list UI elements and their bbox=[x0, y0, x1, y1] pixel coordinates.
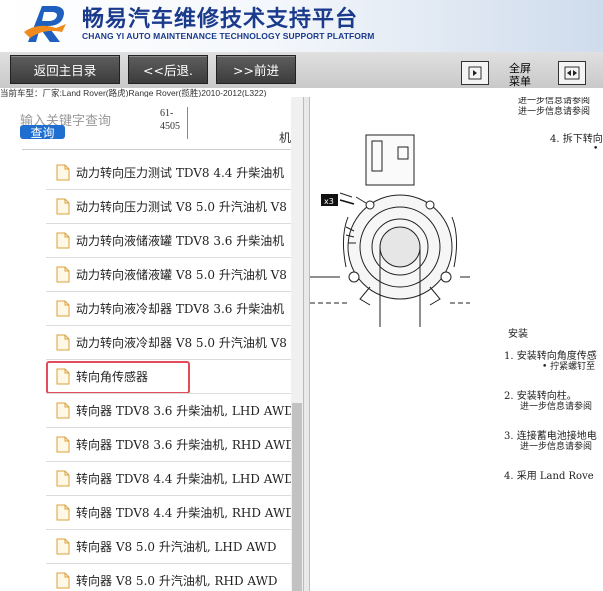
list-item[interactable]: 转向器 V8 5.0 升汽油机, RHD AWD bbox=[46, 564, 291, 591]
query-button[interactable]: 查询 bbox=[20, 125, 65, 140]
document-icon bbox=[56, 436, 70, 453]
selection-highlight bbox=[46, 361, 190, 393]
list-item[interactable]: 转向器 TDV8 4.4 升柴油机, RHD AWD bbox=[46, 496, 291, 530]
install-heading: 安装 bbox=[508, 329, 528, 340]
list-item-label: 动力转向液冷却器 V8 5.0 升汽油机 V8 bbox=[76, 336, 287, 350]
document-icon bbox=[56, 266, 70, 283]
back-button[interactable]: <<后退. bbox=[128, 55, 208, 84]
document-icon bbox=[56, 164, 70, 181]
content-panel: 进一步信息请参阅 进一步信息请参阅 4. 拆下转向 • x3 安装 1. 安装转… bbox=[310, 97, 603, 591]
truncated-char: 机 bbox=[279, 131, 292, 145]
document-icon bbox=[56, 334, 70, 351]
nav-bar: 返回主目录 <<后退. >>前进 全屏 菜单 bbox=[0, 52, 603, 88]
list-item-selected[interactable]: 转向角传感器 bbox=[46, 360, 291, 394]
collapse-panel-button[interactable] bbox=[461, 61, 489, 85]
part-code: 61- 4505 bbox=[160, 107, 180, 133]
list-item-label: 转向器 TDV8 4.4 升柴油机, RHD AWD bbox=[76, 506, 291, 520]
step-4-bullet: • bbox=[593, 144, 599, 154]
diagram-callout: x3 bbox=[324, 197, 334, 206]
expand-icon bbox=[564, 66, 580, 80]
forward-button[interactable]: >>前进 bbox=[216, 55, 296, 84]
list-item-label: 转向器 TDV8 3.6 升柴油机, LHD AWD bbox=[76, 404, 291, 418]
fullscreen-label-line2: 菜单 bbox=[509, 75, 531, 88]
list-item[interactable]: 转向器 TDV8 4.4 升柴油机, LHD AWD bbox=[46, 462, 291, 496]
install-step-4: 4. 采用 Land Rove bbox=[504, 471, 594, 482]
list-item-label: 动力转向压力测试 V8 5.0 升汽油机 V8 bbox=[76, 200, 287, 214]
left-scrollbar[interactable] bbox=[291, 97, 303, 591]
part-code-line2: 4505 bbox=[160, 121, 180, 132]
step-4-text: 4. 拆下转向 bbox=[550, 134, 603, 145]
document-icon bbox=[56, 300, 70, 317]
panel-splitter[interactable] bbox=[303, 97, 310, 591]
fullscreen-menu-label[interactable]: 全屏 菜单 bbox=[506, 62, 534, 88]
document-icon bbox=[56, 470, 70, 487]
list-item-label: 转向器 TDV8 4.4 升柴油机, LHD AWD bbox=[76, 472, 291, 486]
list-item-label: 动力转向液储液罐 V8 5.0 升汽油机 V8 bbox=[76, 268, 287, 282]
list-item[interactable]: 动力转向液储液罐 V8 5.0 升汽油机 V8 bbox=[46, 258, 291, 292]
list-item[interactable]: 动力转向液储液罐 TDV8 3.6 升柴油机 bbox=[46, 224, 291, 258]
column-divider bbox=[187, 107, 188, 139]
app-root: 畅易汽车维修技术支持平台 CHANG YI AUTO MAINTENANCE T… bbox=[0, 0, 603, 591]
install-step-3-sub: 进一步信息请参阅 bbox=[520, 442, 593, 452]
content-line-top2: 进一步信息请参阅 bbox=[518, 107, 591, 117]
steering-sensor-diagram: x3 bbox=[310, 134, 470, 327]
home-button[interactable]: 返回主目录 bbox=[10, 55, 120, 84]
document-icon bbox=[56, 572, 70, 589]
list-item-label: 动力转向液储液罐 TDV8 3.6 升柴油机 bbox=[76, 234, 285, 248]
list-item[interactable]: 转向器 TDV8 3.6 升柴油机, LHD AWD bbox=[46, 394, 291, 428]
document-icon bbox=[56, 198, 70, 215]
topic-list: 动力转向压力测试 TDV8 4.4 升柴油机 动力转向压力测试 V8 5.0 升汽… bbox=[46, 156, 291, 591]
scroll-thumb[interactable] bbox=[292, 403, 302, 591]
list-item-label: 转向器 V8 5.0 升汽油机, RHD AWD bbox=[76, 574, 278, 588]
brand-logo bbox=[24, 6, 66, 42]
list-divider bbox=[22, 149, 292, 150]
panel-left-icon bbox=[468, 66, 482, 80]
list-item[interactable]: 转向器 V8 5.0 升汽油机, LHD AWD bbox=[46, 530, 291, 564]
brand-title-cn: 畅易汽车维修技术支持平台 bbox=[82, 7, 359, 32]
left-panel: 输入关键字查询 查询 61- 4505 机 动力转向压力测试 TDV8 4.4 … bbox=[0, 97, 303, 591]
list-item-label: 转向器 TDV8 3.6 升柴油机, RHD AWD bbox=[76, 438, 291, 452]
list-item-label: 动力转向压力测试 TDV8 4.4 升柴油机 bbox=[76, 166, 285, 180]
list-item-label: 转向器 V8 5.0 升汽油机, LHD AWD bbox=[76, 540, 277, 554]
part-code-line1: 61- bbox=[160, 108, 174, 119]
brand-title-en: CHANG YI AUTO MAINTENANCE TECHNOLOGY SUP… bbox=[82, 31, 375, 41]
fullscreen-label-line1: 全屏 bbox=[509, 62, 531, 75]
list-item[interactable]: 动力转向压力测试 TDV8 4.4 升柴油机 bbox=[46, 156, 291, 190]
install-step-1-sub: • 拧紧螺钉至 bbox=[542, 362, 596, 372]
header-banner: 畅易汽车维修技术支持平台 CHANG YI AUTO MAINTENANCE T… bbox=[0, 0, 603, 52]
document-icon bbox=[56, 232, 70, 249]
document-icon bbox=[56, 504, 70, 521]
list-item[interactable]: 动力转向压力测试 V8 5.0 升汽油机 V8 bbox=[46, 190, 291, 224]
fullscreen-button[interactable] bbox=[558, 61, 586, 85]
list-item-label: 动力转向液冷却器 TDV8 3.6 升柴油机 bbox=[76, 302, 285, 316]
document-icon bbox=[56, 538, 70, 555]
list-item[interactable]: 转向器 TDV8 3.6 升柴油机, RHD AWD bbox=[46, 428, 291, 462]
list-item[interactable]: 动力转向液冷却器 V8 5.0 升汽油机 V8 bbox=[46, 326, 291, 360]
list-item[interactable]: 动力转向液冷却器 TDV8 3.6 升柴油机 bbox=[46, 292, 291, 326]
document-icon bbox=[56, 402, 70, 419]
install-step-2-sub: 进一步信息请参阅 bbox=[520, 402, 593, 412]
